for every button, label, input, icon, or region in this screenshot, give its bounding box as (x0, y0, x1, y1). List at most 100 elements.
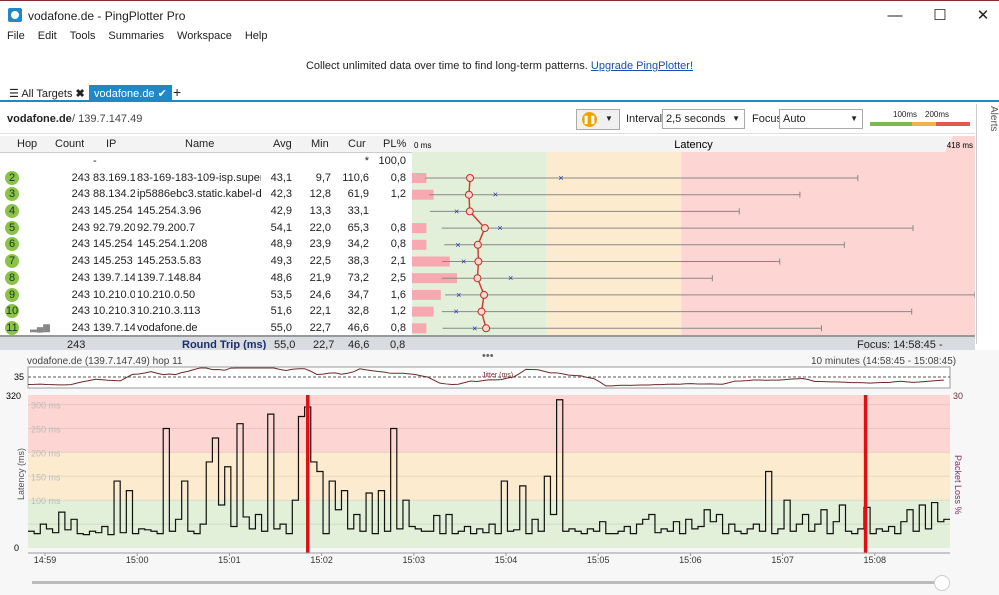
alerts-panel-tab[interactable]: Alerts (976, 104, 999, 344)
col-avg[interactable]: Avg (273, 138, 292, 150)
cell-cur: 73,2 (347, 271, 369, 284)
interval-select[interactable]: 2,5 seconds ▼ (662, 109, 745, 129)
x-tick-label: 14:59 (34, 555, 57, 565)
table-row[interactable]: 8 243 139.7.14 139.7.148.84 48,6 21,9 73,2 2,5 (0, 270, 412, 287)
maximize-button[interactable]: ☐ (925, 5, 955, 27)
hop-badge: 9 (5, 287, 19, 302)
cell-pl: 1,6 (390, 288, 406, 301)
cell-count: 243 (71, 321, 90, 334)
cell-avg: 51,6 (270, 305, 292, 318)
tab-vodafone[interactable]: vodafone.de ✔ (89, 85, 172, 102)
cell-cur: 34,2 (347, 238, 369, 251)
interval-value: 2,5 seconds (666, 113, 726, 125)
hop-badge: 10 (5, 304, 19, 319)
cell-min: 24,6 (309, 288, 331, 301)
good-zone (412, 136, 547, 335)
upgrade-link[interactable]: Upgrade PingPlotter! (591, 60, 693, 72)
y2-axis-label: Packet Loss % (953, 455, 963, 515)
table-row[interactable]: 2 243 83.169.1 83-169-183-109-isp.superk 43,… (0, 170, 412, 187)
table-row[interactable]: 7 243 145.253 145.253.5.83 49,3 22,5 38,3 2,1 (0, 253, 412, 270)
current-marker: × (497, 223, 502, 233)
focus-select[interactable]: Auto ▼ (779, 109, 863, 129)
cell-cur: 65,3 (347, 221, 369, 234)
chevron-down-icon[interactable]: ▼ (605, 114, 613, 123)
col-hop[interactable]: Hop (17, 138, 37, 150)
avg-marker (480, 224, 489, 233)
table-row[interactable]: 3 243 88.134.2 ip5886ebc3.static.kabel-deu 4… (0, 186, 412, 203)
menu-summaries[interactable]: Summaries (108, 30, 164, 42)
cell-count: 243 (71, 238, 90, 251)
close-tab-icon[interactable]: ✖ (76, 88, 85, 100)
cell-name: 83-169-183-109-isp.superk (137, 171, 261, 184)
minimize-button[interactable]: — (880, 5, 910, 27)
col-count[interactable]: Count (55, 138, 84, 150)
cell-cur: * (364, 155, 369, 167)
packet-loss-bar (412, 306, 434, 317)
menu-edit[interactable]: Edit (38, 30, 57, 42)
x-tick-label: 15:07 (771, 555, 794, 565)
menu-tools[interactable]: Tools (70, 30, 96, 42)
cell-avg: 42,3 (270, 188, 292, 201)
menu-help[interactable]: Help (245, 30, 268, 42)
tab-label: vodafone.de (94, 88, 155, 100)
cell-min: 12,8 (309, 188, 331, 201)
packet-loss-bar (412, 289, 441, 300)
table-row[interactable]: 4 243 145.254 145.254.3.96 42,9 13,3 33,1 (0, 203, 412, 220)
avg-marker (464, 190, 473, 199)
cell-name: 145.253.5.83 (137, 255, 202, 268)
band-label: 250 ms (31, 424, 61, 434)
cell-min: 9,7 (315, 171, 331, 184)
packet-loss-bar (412, 239, 427, 250)
tab-all-targets[interactable]: ☰ All Targets ✖ (4, 85, 90, 102)
cell-name: vodafone.de (137, 321, 198, 334)
cell-ip: 139.7.14 (93, 271, 135, 284)
table-row[interactable]: - * 100,0 (0, 153, 412, 170)
x-tick-label: 15:05 (587, 555, 610, 565)
col-cur[interactable]: Cur (348, 138, 366, 150)
table-row[interactable]: 6 243 145.254 145.254.1.208 48,9 23,9 34,2 0,8 (0, 236, 412, 253)
band-label: 150 ms (31, 472, 61, 482)
table-row[interactable]: 9 243 10.210.0 10.210.0.50 53,5 24,6 34,7 1,6 (0, 287, 412, 304)
cell-avg: 55,0 (270, 321, 292, 334)
interval-label: Interval (626, 113, 663, 125)
cell-count: 243 (71, 221, 90, 234)
hop-badge: 5 (5, 220, 19, 235)
bad-zone (681, 136, 975, 335)
col-pl[interactable]: PL% (383, 138, 406, 150)
current-marker: × (558, 173, 563, 183)
menu-workspace[interactable]: Workspace (177, 30, 232, 42)
menu-file[interactable]: File (7, 30, 25, 42)
time-scrollbar[interactable] (32, 581, 944, 584)
cell-min: 21,9 (309, 271, 331, 284)
target-name: vodafone.de (7, 113, 72, 125)
cell-cur: 33,1 (347, 205, 369, 218)
cell-name: 92.79.200.7 (137, 221, 196, 234)
add-tab-button[interactable]: + (168, 82, 186, 100)
table-header: Hop Count IP Name Avg Min Cur PL% (0, 136, 412, 153)
scrollbar-thumb[interactable] (934, 575, 950, 591)
table-row[interactable]: 10 243 10.210.3 10.210.3.113 51,6 22,1 32,8 1,2 (0, 303, 412, 320)
col-name[interactable]: Name (185, 138, 214, 150)
avg-marker (474, 257, 483, 266)
close-button[interactable]: ✕ (968, 5, 998, 27)
cell-pl: 0,8 (390, 171, 406, 184)
latency-header: Latency (674, 139, 713, 151)
graph-icon[interactable]: ▂▄▆ (30, 322, 50, 333)
avg-marker (482, 324, 491, 333)
cell-min: 22,7 (309, 321, 331, 334)
banner-text: Collect unlimited data over time to find… (305, 60, 588, 72)
hop-badge: 7 (5, 254, 19, 269)
y-axis-label: Latency (ms) (16, 448, 26, 500)
table-row[interactable]: 5 243 92.79.20 92.79.200.7 54,1 22,0 65,3 0,8 (0, 220, 412, 237)
scale-max: 418 ms (947, 141, 973, 150)
col-min[interactable]: Min (311, 138, 329, 150)
avg-marker (466, 174, 475, 182)
cell-cur: 46,6 (347, 321, 369, 334)
packet-loss-bar (412, 223, 427, 234)
pause-button[interactable]: ❚❚ ▼ (576, 109, 620, 130)
chevron-down-icon: ▼ (850, 114, 858, 123)
tab-label: All Targets (21, 88, 73, 100)
col-ip[interactable]: IP (106, 138, 116, 150)
cell-cur: 61,9 (347, 188, 369, 201)
cell-pl: 2,5 (390, 271, 406, 284)
